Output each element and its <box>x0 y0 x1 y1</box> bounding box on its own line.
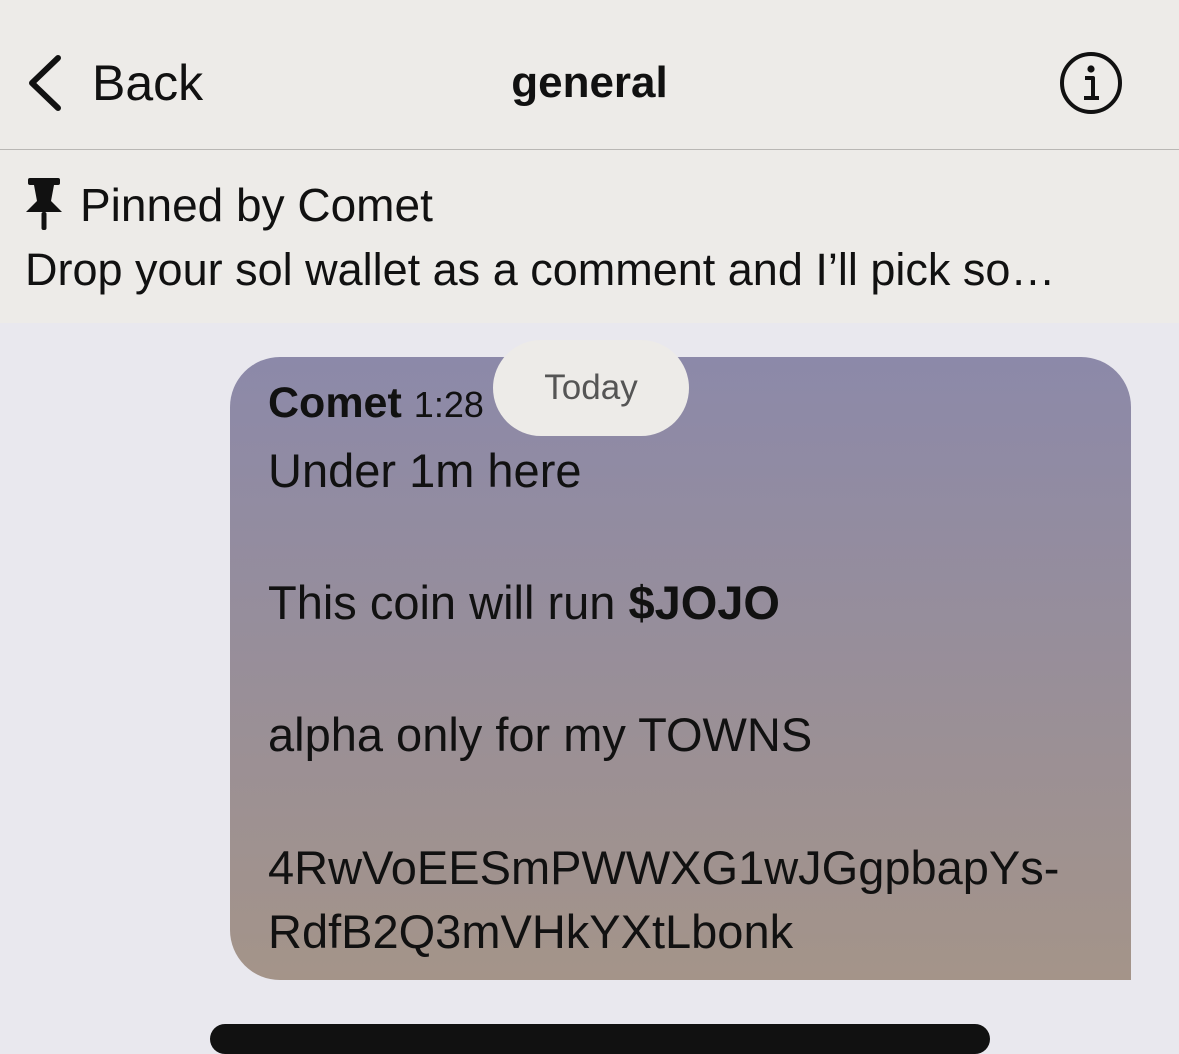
pinned-message-text[interactable]: Drop your sol wallet as a comment and I’… <box>25 244 1155 296</box>
ticker-text: $JOJO <box>628 576 780 629</box>
message-time: 1:28 <box>413 384 484 425</box>
message-line-text: This coin will run <box>268 576 629 629</box>
wallet-address-line: RdfB2Q3mVHkYXtLbonk <box>268 905 794 958</box>
info-circle-icon[interactable] <box>1058 50 1124 116</box>
message-line: Under 1m here <box>268 444 582 497</box>
message-author[interactable]: Comet <box>268 379 402 427</box>
pushpin-icon <box>26 178 62 230</box>
pinned-header: Pinned by Comet <box>80 179 433 231</box>
message-line: alpha only for my TOWNS <box>268 708 813 761</box>
pinned-message-banner[interactable] <box>0 150 1179 323</box>
channel-title: general <box>511 58 668 107</box>
wallet-address-line: 4RwVoEESmPWWXG1wJGgpbapYs- <box>268 841 1060 894</box>
composer-edge <box>210 1024 990 1054</box>
message-bubble[interactable]: Comet 1:28 Under 1m here This coin will r… <box>230 357 1131 980</box>
message-header: Comet 1:28 <box>268 379 484 428</box>
date-separator: Today <box>493 340 689 436</box>
message-line: This coin will run $JOJO <box>268 575 780 630</box>
